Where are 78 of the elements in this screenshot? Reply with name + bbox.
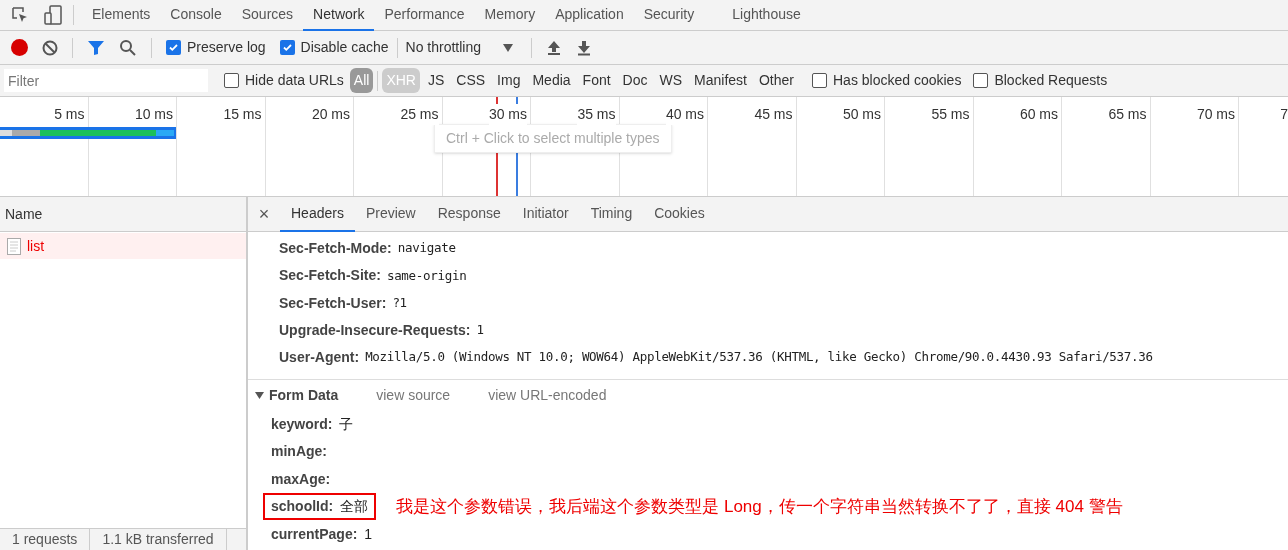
detail-tab[interactable]: Headers	[280, 196, 355, 232]
field-name: currentPage:	[271, 524, 358, 544]
header-value: ?1	[392, 293, 407, 312]
checkbox[interactable]	[166, 40, 181, 55]
checkmark-icon	[281, 42, 293, 53]
checkbox-label[interactable]: Hide data URLs	[245, 70, 344, 91]
devtools-tab[interactable]: Sources	[231, 0, 304, 31]
view-toggle-link[interactable]: view URL-encoded	[488, 385, 607, 406]
type-filter[interactable]: WS	[655, 68, 687, 93]
close-button[interactable]: ×	[248, 200, 280, 228]
column-header[interactable]: Name	[5, 203, 43, 225]
record-button[interactable]	[11, 39, 28, 56]
devtools-tab[interactable]: Application	[545, 0, 634, 31]
field-name: maxAge:	[271, 469, 331, 489]
caret-icon	[503, 43, 513, 52]
header-name: Upgrade-Insecure-Requests:	[279, 321, 471, 341]
field-value: 全部	[340, 497, 369, 517]
header-name: Sec-Fetch-User:	[279, 293, 387, 313]
header-name: Sec-Fetch-Site:	[279, 266, 381, 286]
devtools-tab[interactable]: Security	[633, 0, 705, 31]
filter-field[interactable]: Filter	[4, 69, 208, 92]
detail-tab[interactable]: Initiator	[511, 196, 580, 232]
view-toggle-link[interactable]: view source	[376, 385, 451, 406]
header-value: same-origin	[386, 266, 467, 285]
download-icon[interactable]	[576, 39, 592, 56]
devtools-tab[interactable]: Lighthouse	[722, 0, 811, 31]
search-icon[interactable]	[119, 38, 137, 57]
checkmark-icon	[168, 42, 179, 53]
upload-icon[interactable]	[546, 39, 562, 56]
type-filter[interactable]: CSS	[452, 68, 490, 93]
header-name: Sec-Fetch-Mode:	[279, 239, 392, 259]
field-name: minAge:	[271, 442, 327, 462]
detail-tab[interactable]: Timing	[579, 196, 644, 232]
field-name: keyword:	[271, 414, 333, 434]
header-value: 1	[476, 321, 484, 340]
triangle-icon	[255, 391, 264, 400]
checkbox-label[interactable]: Disable cache	[300, 37, 389, 58]
annotation-text: 我是这个参数错误，我后端这个参数类型是 Long，传一个字符串当然转换不了了，直接 404 警告	[396, 496, 1123, 518]
inspect-icon[interactable]	[11, 6, 29, 24]
detail-tab[interactable]: Response	[426, 196, 512, 232]
document-icon	[7, 237, 21, 255]
type-filter[interactable]: Media	[528, 68, 575, 93]
devtools-tab[interactable]: Elements	[82, 0, 161, 31]
type-filter[interactable]: Manifest	[690, 68, 751, 93]
header-value: navigate	[397, 239, 456, 258]
type-filter[interactable]: Other	[755, 68, 798, 93]
devtools-tab[interactable]: Memory	[474, 0, 546, 31]
status-text: 1.1 kB transferred	[90, 529, 227, 550]
field-name: schoolId:	[271, 497, 334, 517]
devtools-tab[interactable]: Console	[160, 0, 232, 31]
checkbox-label[interactable]: Preserve log	[187, 37, 266, 58]
filter-icon[interactable]	[87, 39, 105, 56]
status-text: 1 requests	[0, 529, 91, 550]
checkbox-label[interactable]: Has blocked cookies	[833, 70, 962, 91]
detail-tab[interactable]: Preview	[354, 196, 427, 232]
header-value: Mozilla/5.0 (Windows NT 10.0; WOW64) AppleWebKit/537.36 (KHTML, like Gecko) Chrome/90.0.4430.93 Safari/537.36	[365, 348, 1153, 367]
field-value: 子	[339, 414, 354, 434]
type-filter[interactable]: Doc	[618, 68, 652, 93]
checkbox[interactable]	[224, 73, 239, 88]
detail-tab[interactable]: Cookies	[643, 196, 716, 232]
clear-icon[interactable]	[42, 39, 58, 56]
device-icon[interactable]	[44, 5, 62, 25]
header-name: User-Agent:	[279, 348, 360, 368]
time-tick-label: 30 ms	[488, 104, 527, 125]
request-row[interactable]: list	[0, 233, 246, 259]
devtools-tab[interactable]: Performance	[374, 0, 475, 31]
checkbox-label[interactable]: Blocked Requests	[994, 70, 1108, 91]
timeline-overview[interactable]: 5 ms 10 ms 15 ms 20 ms 25 ms 30 ms 35 ms 40 ms 45 ms 50 ms 55 ms 60 ms 65 ms 70 ms 7 Ctrl + Click to select multiple types	[0, 97, 1288, 197]
type-filter[interactable]: JS	[423, 68, 449, 93]
checkbox[interactable]	[279, 40, 295, 55]
throttling-dropdown[interactable]: No throttling	[405, 37, 513, 58]
type-filter[interactable]: Font	[578, 68, 615, 93]
checkbox[interactable]	[812, 73, 827, 88]
type-filter[interactable]: Img	[493, 68, 525, 93]
tooltip: Ctrl + Click to select multiple types	[434, 124, 672, 153]
checkbox[interactable]	[973, 73, 989, 88]
section-toggle[interactable]: Form Data	[255, 385, 339, 406]
field-value: 1	[364, 524, 373, 544]
